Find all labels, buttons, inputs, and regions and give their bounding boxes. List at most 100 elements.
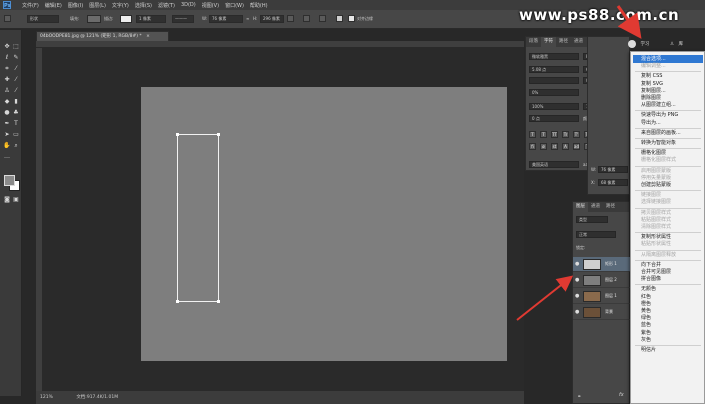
anchor-point[interactable] bbox=[217, 300, 220, 303]
menu-item[interactable]: 选择(S) bbox=[135, 2, 152, 9]
layer-row[interactable]: ● 矩形 1 bbox=[573, 257, 631, 272]
crop-tool-icon[interactable]: ⌗ bbox=[3, 65, 11, 73]
context-menu-item[interactable]: 删除图层 bbox=[641, 95, 661, 101]
pen-tool-icon[interactable]: ✒ bbox=[3, 120, 11, 128]
context-menu-item[interactable]: 混合选项... bbox=[641, 56, 666, 62]
path-align-icon[interactable] bbox=[303, 15, 310, 22]
context-menu-item[interactable]: 快速导出为 PNG bbox=[641, 112, 678, 118]
settings-gear-icon[interactable] bbox=[336, 15, 343, 22]
height-field[interactable]: 296 像素 bbox=[260, 15, 284, 23]
context-menu-item[interactable]: 红色 bbox=[641, 294, 651, 300]
stroke-width-field[interactable]: 1 像素 bbox=[136, 15, 166, 23]
path-ops-icon[interactable] bbox=[287, 15, 294, 22]
rectangle-shape-path[interactable] bbox=[176, 133, 220, 303]
visibility-eye-icon[interactable]: ● bbox=[575, 261, 581, 267]
link-icon[interactable]: ∞ bbox=[246, 16, 249, 22]
context-menu-item[interactable]: 合并可见图层 bbox=[641, 269, 671, 275]
history-brush-icon[interactable]: ⁄ bbox=[12, 87, 20, 95]
layer-row[interactable]: ● 图层 2 bbox=[573, 273, 631, 288]
menu-item[interactable]: 窗口(W) bbox=[225, 2, 244, 9]
menu-item[interactable]: 文字(Y) bbox=[112, 2, 129, 9]
fx-icon[interactable]: fx bbox=[619, 392, 624, 398]
learn-button[interactable]: 学习 bbox=[628, 38, 670, 52]
visibility-eye-icon[interactable]: ● bbox=[575, 277, 581, 283]
type-style-button[interactable]: T bbox=[540, 131, 547, 138]
anchor-point[interactable] bbox=[217, 133, 220, 136]
visibility-eye-icon[interactable]: ● bbox=[575, 293, 581, 299]
eraser-tool-icon[interactable]: ◆ bbox=[3, 98, 11, 106]
type-style-button[interactable]: TT bbox=[551, 131, 558, 138]
panel-tab[interactable]: 图层 bbox=[573, 202, 588, 212]
screen-mode-icon[interactable]: ▣ bbox=[12, 196, 20, 204]
context-menu-item[interactable]: 创建剪贴蒙版 bbox=[641, 182, 671, 188]
eyedropper-icon[interactable]: ⁄ bbox=[12, 65, 20, 73]
menu-item[interactable]: 图层(L) bbox=[89, 2, 106, 9]
context-menu-item[interactable]: 无颜色 bbox=[641, 286, 656, 292]
baseline-shift-field[interactable]: 0 点 bbox=[529, 115, 579, 122]
visibility-eye-icon[interactable]: ● bbox=[575, 309, 581, 315]
anchor-point[interactable] bbox=[176, 300, 179, 303]
quick-select-icon[interactable]: ✎ bbox=[12, 54, 20, 62]
context-menu-item[interactable]: 栅格化图层 bbox=[641, 150, 666, 156]
context-menu-item[interactable]: 橙色 bbox=[641, 301, 651, 307]
foreground-color-swatch[interactable] bbox=[4, 175, 15, 186]
shape-mode-select[interactable]: 形状 bbox=[27, 15, 59, 23]
blur-tool-icon[interactable]: ● bbox=[3, 109, 11, 117]
context-menu-item[interactable]: 紫色 bbox=[641, 330, 651, 336]
type-style-button[interactable]: ø bbox=[540, 143, 547, 150]
panel-tab[interactable]: 通道 bbox=[588, 202, 603, 212]
language-select[interactable]: 美国英语 bbox=[529, 161, 579, 168]
more-tools-icon[interactable]: … bbox=[3, 153, 11, 161]
hand-tool-icon[interactable]: ✋ bbox=[3, 142, 11, 150]
path-select-icon[interactable]: ➤ bbox=[3, 131, 11, 139]
type-style-button[interactable]: st bbox=[551, 143, 558, 150]
quick-mask-icon[interactable]: ◙ bbox=[3, 196, 11, 204]
layer-footer-link-icon[interactable]: ⚭ bbox=[577, 394, 581, 400]
menu-item[interactable]: 图像(I) bbox=[68, 2, 83, 9]
context-menu-item[interactable]: 向下合并 bbox=[641, 262, 661, 268]
context-menu-item[interactable]: 复制 SVG bbox=[641, 81, 663, 87]
panel-tab[interactable]: 通道 bbox=[571, 37, 586, 47]
prop-width-field[interactable]: 76 像素 bbox=[598, 166, 628, 173]
type-style-button[interactable]: T bbox=[529, 131, 536, 138]
path-arrange-icon[interactable] bbox=[319, 15, 326, 22]
panel-tab[interactable]: 段落 bbox=[526, 37, 541, 47]
font-family-select[interactable]: 微软雅黑 bbox=[529, 53, 579, 60]
panel-tab[interactable]: 路径 bbox=[603, 202, 618, 212]
layer-row[interactable]: ● 背景 bbox=[573, 305, 631, 320]
document-tab[interactable]: 04bOODPE81.jpg @ 121% (矩形 1, RGB/8#) * × bbox=[36, 31, 169, 41]
type-style-button[interactable]: T' bbox=[573, 131, 580, 138]
width-field[interactable]: 76 像素 bbox=[209, 15, 243, 23]
move-tool-icon[interactable]: ✥ bbox=[3, 43, 11, 51]
panel-tab[interactable]: 字符 bbox=[541, 37, 556, 47]
type-style-button[interactable]: A bbox=[562, 143, 569, 150]
dodge-tool-icon[interactable]: ♣ bbox=[12, 109, 20, 117]
context-menu-item[interactable]: 黄色 bbox=[641, 308, 651, 314]
context-menu-item[interactable]: 明信片 bbox=[641, 347, 656, 353]
stroke-type-select[interactable]: ——— bbox=[172, 15, 194, 23]
font-size-field[interactable]: 5.08 点 bbox=[529, 66, 579, 73]
rectangle-tool-icon[interactable]: ▭ bbox=[12, 131, 20, 139]
context-menu-item[interactable]: 复制图层... bbox=[641, 88, 666, 94]
menu-item[interactable]: 3D(D) bbox=[181, 2, 196, 9]
context-menu-item[interactable]: 拼合图像 bbox=[641, 276, 661, 282]
type-tool-icon[interactable]: T bbox=[12, 120, 20, 128]
stroke-swatch[interactable] bbox=[120, 15, 132, 23]
brush-tool-icon[interactable]: ⁄ bbox=[12, 76, 20, 84]
zoom-level[interactable]: 121% bbox=[40, 395, 53, 400]
kerning-field[interactable] bbox=[529, 77, 579, 84]
layer-row[interactable]: ● 图层 1 bbox=[573, 289, 631, 304]
layer-filter-select[interactable]: 类型 bbox=[576, 216, 608, 223]
menu-item[interactable]: 帮助(H) bbox=[250, 2, 268, 9]
type-style-button[interactable]: Tr bbox=[562, 131, 569, 138]
tool-preset-icon[interactable] bbox=[4, 15, 11, 22]
context-menu-item[interactable]: 蓝色 bbox=[641, 322, 651, 328]
menu-item[interactable]: 滤镜(T) bbox=[158, 2, 175, 9]
clone-stamp-icon[interactable]: ♙ bbox=[3, 87, 11, 95]
context-menu-item[interactable]: 绿色 bbox=[641, 315, 651, 321]
vertical-scale-field[interactable]: 100% bbox=[529, 103, 579, 110]
blend-mode-select[interactable]: 正常 bbox=[576, 231, 616, 238]
context-menu-item[interactable]: 复制 CSS bbox=[641, 73, 662, 79]
fill-swatch[interactable] bbox=[87, 15, 101, 23]
type-style-button[interactable]: ad bbox=[573, 143, 580, 150]
